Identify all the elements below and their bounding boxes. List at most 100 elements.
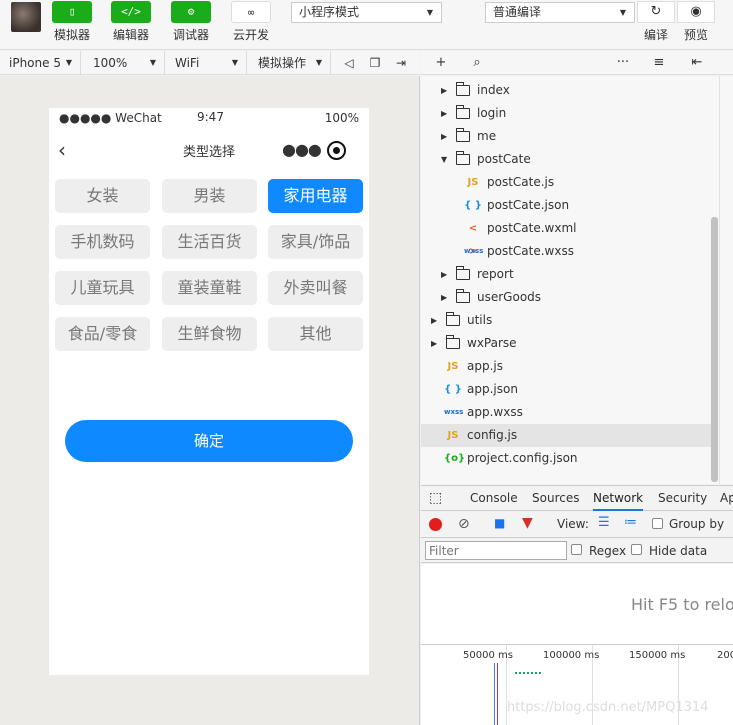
debugger-button[interactable]: ⚙ 调试器	[170, 1, 212, 43]
category-option[interactable]: 生鲜食物	[162, 317, 257, 351]
timeline-marker-red	[497, 663, 498, 725]
tree-item-label: index	[477, 83, 510, 97]
tab-sources[interactable]: Sources	[532, 486, 579, 511]
tree-file[interactable]: {o} project.config.json	[421, 447, 711, 470]
simulator-button[interactable]: ▯ 模拟器	[51, 1, 93, 43]
window-icon[interactable]: ❐	[363, 51, 387, 75]
confirm-button[interactable]: 确定	[65, 420, 353, 462]
chevron-right-icon[interactable]: ▶	[431, 309, 437, 332]
chevron-right-icon[interactable]: ▶	[441, 102, 447, 125]
debugger-label: 调试器	[172, 28, 209, 42]
tree-folder[interactable]: ▶ userGoods	[421, 286, 711, 309]
detach-icon[interactable]: ⇥	[389, 51, 413, 75]
timeline-marker-blue	[494, 663, 495, 725]
tree-scrollbar[interactable]	[711, 217, 718, 482]
more-icon[interactable]: ···	[613, 51, 633, 75]
category-option[interactable]: 食品/零食	[55, 317, 150, 351]
tab-security[interactable]: Security	[658, 486, 707, 511]
add-icon[interactable]: +	[431, 51, 451, 75]
category-option[interactable]: 儿童玩具	[55, 271, 150, 305]
mode-select[interactable]: 小程序模式 ▼	[291, 2, 442, 23]
close-capsule-icon[interactable]	[327, 141, 346, 160]
more-dots-icon[interactable]: ●●●	[282, 140, 322, 159]
tree-file[interactable]: JS config.js	[421, 424, 711, 447]
config-file-icon: {o}	[444, 453, 466, 464]
timeline-requests	[515, 672, 541, 674]
tree-file[interactable]: { } postCate.json	[421, 194, 711, 217]
compile-label: 编译	[643, 28, 668, 42]
tree-file[interactable]: wxss app.wxss	[421, 401, 711, 424]
tree-folder[interactable]: ▶ utils	[421, 309, 711, 332]
category-option[interactable]: 其他	[268, 317, 363, 351]
collapse-icon[interactable]: ≡	[649, 51, 669, 75]
split-icon[interactable]: ⇤	[687, 51, 707, 75]
carrier-text: ●●●●● WeChat	[59, 111, 162, 125]
filter-input[interactable]	[425, 541, 567, 560]
js-file-icon: JS	[447, 430, 459, 441]
tab-console[interactable]: Console	[470, 486, 518, 511]
reload-hint: Hit F5 to relo	[631, 595, 733, 614]
tree-file[interactable]: JS postCate.js	[421, 171, 711, 194]
category-option[interactable]: 童装童鞋	[162, 271, 257, 305]
chevron-down-icon: ▼	[426, 8, 433, 17]
category-option[interactable]: 男装	[162, 179, 257, 213]
chevron-down-icon[interactable]: ▼	[441, 148, 447, 171]
zoom-select[interactable]: 100% ▼	[84, 51, 165, 75]
tab-network[interactable]: Network	[593, 486, 644, 511]
record-icon[interactable]	[429, 518, 442, 531]
tree-file[interactable]: < > postCate.wxml	[421, 217, 711, 257]
category-option[interactable]: 女装	[55, 179, 150, 213]
category-option[interactable]: 生活百货	[162, 225, 257, 259]
chevron-right-icon[interactable]: ▶	[441, 125, 447, 148]
filter-icon[interactable]: ▼	[522, 515, 533, 531]
chevron-right-icon[interactable]: ▶	[441, 79, 447, 102]
tree-folder[interactable]: ▶ report	[421, 263, 711, 286]
tree-item-label: config.js	[467, 428, 518, 442]
cloud-link-icon: ∞	[231, 1, 271, 23]
mute-icon[interactable]: ◁	[337, 51, 361, 75]
tree-item-label: utils	[467, 313, 493, 327]
tree-file[interactable]: { } app.json	[421, 378, 711, 401]
device-select[interactable]: iPhone 5 ▼	[0, 51, 81, 75]
list-view-icon[interactable]: ☰	[598, 515, 610, 530]
preview-button[interactable]: ◉ 预览	[677, 1, 715, 43]
network-select[interactable]: WiFi ▼	[166, 51, 247, 75]
tree-folder[interactable]: ▶ wxParse	[421, 332, 711, 355]
tree-folder[interactable]: ▼ postCate	[421, 148, 711, 171]
chevron-right-icon[interactable]: ▶	[441, 263, 447, 286]
category-option[interactable]: 外卖叫餐	[268, 271, 363, 305]
waterfall-view-icon[interactable]: ≔	[624, 515, 637, 530]
group-checkbox[interactable]	[652, 518, 663, 529]
json-file-icon: { }	[444, 384, 462, 395]
category-option[interactable]: 家用电器	[268, 179, 363, 213]
tree-item-label: userGoods	[477, 290, 542, 304]
tree-folder[interactable]: ▶ me	[421, 125, 711, 148]
chevron-down-icon: ▼	[65, 58, 72, 67]
inspect-icon[interactable]: ⬚	[429, 486, 442, 511]
search-icon[interactable]: ⌕	[467, 51, 487, 75]
clear-icon[interactable]: ⊘	[458, 516, 470, 532]
folder-icon	[456, 105, 470, 119]
hide-data-checkbox[interactable]	[631, 544, 642, 555]
chevron-right-icon[interactable]: ▶	[431, 332, 437, 355]
tab-ap[interactable]: Ap	[720, 486, 733, 511]
compile-select[interactable]: 普通编译 ▼	[485, 2, 635, 23]
tree-file[interactable]: wxss postCate.wxss	[421, 240, 711, 263]
category-option[interactable]: 家具/饰品	[268, 225, 363, 259]
tree-folder[interactable]: ▶ login	[421, 102, 711, 125]
chevron-right-icon[interactable]: ▶	[441, 286, 447, 309]
tree-file[interactable]: JS app.js	[421, 355, 711, 378]
tree-folder[interactable]: ▶ index	[421, 79, 711, 102]
category-option[interactable]: 手机数码	[55, 225, 150, 259]
cloud-button[interactable]: ∞ 云开发	[230, 1, 272, 43]
camera-icon[interactable]: ■	[494, 516, 505, 530]
avatar[interactable]	[11, 2, 41, 32]
editor-button[interactable]: </> 编辑器	[110, 1, 152, 43]
preview-label: 预览	[683, 28, 708, 42]
compile-button[interactable]: ↻ 编译	[637, 1, 675, 43]
regex-checkbox[interactable]	[571, 544, 582, 555]
refresh-icon: ↻	[637, 1, 675, 23]
folder-icon	[446, 335, 460, 349]
ops-select[interactable]: 模拟操作 ▼	[249, 51, 331, 75]
simulator-area: ●●●●● WeChat 9:47 100% ‹ 类型选择 ●●● 女装 男装 家用…	[0, 76, 420, 725]
